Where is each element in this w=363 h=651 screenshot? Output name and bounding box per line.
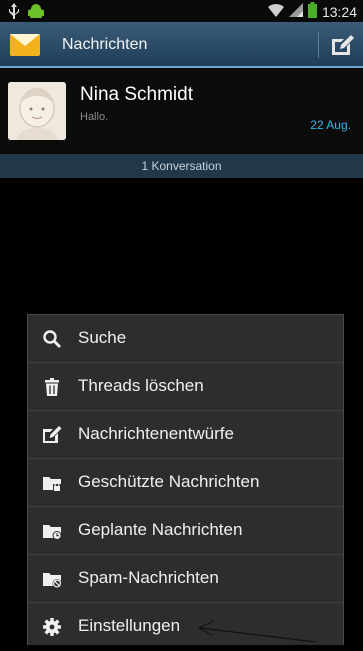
wifi-icon <box>267 3 284 20</box>
menu-item-drafts[interactable]: Nachrichtenentwürfe <box>28 411 343 459</box>
menu-item-label: Spam-Nachrichten <box>78 568 219 587</box>
trash-icon <box>45 378 59 396</box>
app-title: Nachrichten <box>62 36 148 53</box>
divider <box>318 32 319 58</box>
avatar <box>8 82 66 140</box>
menu-item-label: Threads löschen <box>78 376 204 395</box>
battery-icon <box>307 2 317 21</box>
usb-icon <box>8 3 20 24</box>
menu-item-label: Geschützte Nachrichten <box>78 472 260 491</box>
conversation-count-bar: 1 Konversation <box>0 154 363 178</box>
protected-folder-icon <box>43 477 61 491</box>
action-bar: Nachrichten <box>0 22 363 68</box>
menu-item-spam-messages[interactable]: Spam-Nachrichten <box>28 555 343 603</box>
android-icon <box>28 3 44 24</box>
message-preview: Hallo. <box>80 111 109 123</box>
options-menu: Suche Threads löschen Nachrichtenentwürf… <box>27 314 344 645</box>
menu-item-protected-messages[interactable]: Geschützte Nachrichten <box>28 459 343 507</box>
compose-icon <box>332 35 354 55</box>
compose-button[interactable] <box>331 34 355 56</box>
drafts-icon <box>43 426 62 443</box>
spam-folder-icon <box>43 573 62 588</box>
menu-item-label: Nachrichtenentwürfe <box>78 424 234 443</box>
menu-item-scheduled-messages[interactable]: Geplante Nachrichten <box>28 507 343 555</box>
menu-item-label: Suche <box>78 328 127 347</box>
menu-item-label: Geplante Nachrichten <box>78 520 243 539</box>
menu-item-label: Einstellungen <box>78 616 181 635</box>
scheduled-folder-icon <box>43 525 62 540</box>
status-bar: 13:24 <box>0 0 363 22</box>
clock: 13:24 <box>321 3 357 20</box>
signal-icon <box>288 3 303 20</box>
conversation-row[interactable]: Nina Schmidt Hallo. 22 Aug. <box>0 68 363 154</box>
gear-icon <box>43 618 61 636</box>
messages-app-icon[interactable] <box>10 34 40 56</box>
menu-item-search[interactable]: Suche <box>28 315 343 363</box>
menu-item-settings[interactable]: Einstellungen <box>28 603 343 651</box>
contact-name: Nina Schmidt <box>80 84 193 105</box>
search-icon <box>43 330 61 348</box>
message-date: 22 Aug. <box>310 118 351 132</box>
menu-item-delete-threads[interactable]: Threads löschen <box>28 363 343 411</box>
